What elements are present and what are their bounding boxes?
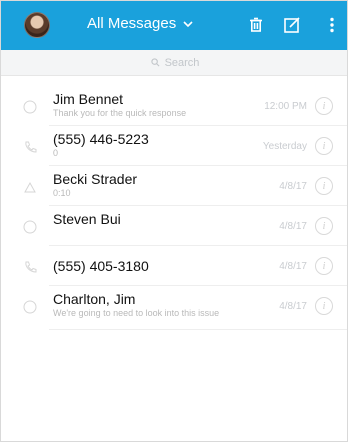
list-item[interactable]: Charlton, Jim We're going to need to loo… [1, 286, 347, 330]
conversation-preview: Thank you for the quick response [53, 108, 187, 118]
compose-icon[interactable] [281, 14, 303, 36]
search-icon [150, 58, 160, 67]
conversation-date: 4/8/17 [279, 221, 307, 232]
info-icon[interactable]: i [315, 297, 333, 315]
conversation-name: (555) 405-3180 [53, 258, 149, 274]
info-icon[interactable]: i [315, 137, 333, 155]
folder-title: All Messages [87, 15, 177, 32]
messages-screen: All Messages Search Jim Bennet Thank you… [0, 0, 348, 442]
conversation-preview: 0:10 [53, 188, 71, 198]
avatar[interactable] [24, 12, 50, 38]
search-bar[interactable]: Search [1, 50, 347, 76]
voicemail-icon [24, 181, 36, 193]
chevron-down-icon [183, 20, 193, 27]
list-item[interactable]: Becki Strader 0:10 4/8/17 i [1, 166, 347, 206]
conversation-name: Steven Bui [53, 211, 121, 227]
conversation-date: 4/8/17 [279, 301, 307, 312]
contact-icon [23, 220, 37, 234]
more-vert-icon[interactable] [321, 14, 343, 36]
conversation-list: Jim Bennet Thank you for the quick respo… [1, 76, 347, 330]
info-icon[interactable]: i [315, 177, 333, 195]
info-icon[interactable]: i [315, 97, 333, 115]
list-item[interactable]: Steven Bui 4/8/17 i [1, 206, 347, 246]
info-icon[interactable]: i [315, 257, 333, 275]
conversation-name: Becki Strader [53, 171, 138, 187]
contact-icon [23, 300, 37, 314]
conversation-date: 4/8/17 [279, 261, 307, 272]
info-icon[interactable]: i [315, 217, 333, 235]
list-item[interactable]: (555) 446-5223 0 Yesterday i [1, 126, 347, 166]
top-app-bar: All Messages [1, 1, 347, 50]
conversation-date: 4/8/17 [279, 181, 307, 192]
conversation-name: (555) 446-5223 [53, 131, 149, 147]
list-item[interactable]: Jim Bennet Thank you for the quick respo… [1, 86, 347, 126]
trash-icon[interactable] [245, 14, 267, 36]
list-item[interactable]: (555) 405-3180 4/8/17 i [1, 246, 347, 286]
conversation-preview: We're going to need to look into this is… [53, 308, 220, 318]
folder-selector[interactable]: All Messages [87, 15, 194, 32]
contact-icon [23, 100, 37, 114]
conversation-name: Charlton, Jim [53, 291, 136, 307]
phone-icon [25, 141, 37, 153]
conversation-preview: 0 [53, 148, 59, 158]
conversation-date: 12:00 PM [264, 101, 307, 112]
search-placeholder: Search [164, 56, 200, 69]
phone-icon [25, 261, 37, 273]
conversation-name: Jim Bennet [53, 91, 124, 107]
conversation-date: Yesterday [262, 141, 307, 152]
